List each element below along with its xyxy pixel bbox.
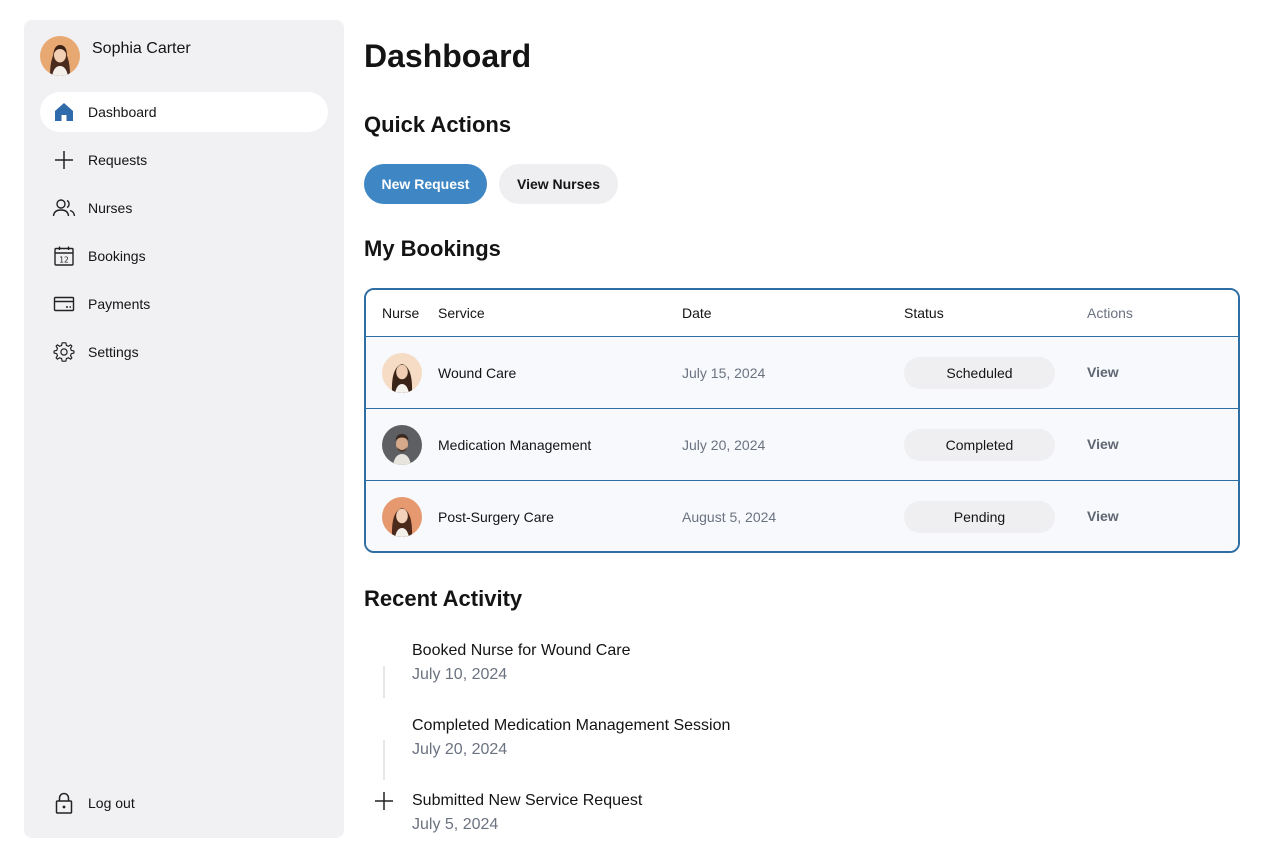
activity-date: July 20, 2024: [412, 741, 508, 758]
sidebar-item-settings[interactable]: Settings: [40, 332, 328, 372]
column-header-date: Date: [682, 305, 712, 321]
column-header-nurse: Nurse: [382, 305, 420, 321]
activity-title: Booked Nurse for Wound Care: [412, 642, 631, 659]
logout-button[interactable]: Log out: [40, 783, 328, 823]
quick-actions-title: Quick Actions: [364, 112, 512, 137]
activity-date: July 5, 2024: [412, 816, 499, 833]
logout-label: Log out: [88, 795, 135, 811]
timeline-connector: [383, 740, 385, 780]
date-cell: July 20, 2024: [682, 436, 766, 453]
lock-icon: [52, 791, 76, 815]
activity-title: Completed Medication Management Session: [412, 717, 731, 734]
nurse-avatar: [382, 497, 422, 537]
view-booking-link[interactable]: View: [1087, 436, 1119, 452]
sidebar-item-nurses[interactable]: Nurses: [40, 188, 328, 228]
table-row: Wound Care July 15, 2024 Scheduled View: [366, 337, 1238, 409]
plus-icon: [52, 148, 76, 172]
user-profile[interactable]: Sophia Carter: [40, 36, 191, 76]
calendar-icon: 12: [52, 244, 76, 268]
date-cell: July 15, 2024: [682, 364, 766, 381]
sidebar-item-label: Dashboard: [88, 104, 157, 120]
nurse-avatar: [382, 352, 422, 393]
users-icon: [52, 196, 76, 220]
activity-title: Submitted New Service Request: [412, 792, 643, 809]
status-badge: Scheduled: [904, 356, 1055, 389]
service-cell: Medication Management: [438, 436, 592, 453]
view-nurses-button[interactable]: View Nurses: [499, 164, 618, 204]
service-cell: Wound Care: [438, 364, 517, 381]
user-name: Sophia Carter: [92, 40, 191, 57]
recent-activity-title: Recent Activity: [364, 586, 523, 611]
column-header-status: Status: [904, 305, 944, 321]
sidebar-item-dashboard[interactable]: Dashboard: [40, 92, 328, 132]
gear-icon: [52, 340, 76, 364]
svg-text:12: 12: [59, 256, 69, 265]
view-booking-link[interactable]: View: [1087, 364, 1119, 380]
column-header-service: Service: [438, 305, 485, 321]
activity-date: July 10, 2024: [412, 666, 508, 683]
timeline-connector: [383, 666, 385, 698]
sidebar-item-requests[interactable]: Requests: [40, 140, 328, 180]
table-row: Post-Surgery Care August 5, 2024 Pending…: [366, 481, 1238, 551]
sidebar-item-bookings[interactable]: 12 Bookings: [40, 236, 328, 276]
status-badge: Completed: [904, 428, 1055, 461]
user-avatar: [40, 36, 80, 76]
home-icon: [52, 100, 76, 124]
sidebar-item-payments[interactable]: Payments: [40, 284, 328, 324]
sidebar-item-label: Settings: [88, 344, 139, 360]
sidebar-item-label: Requests: [88, 152, 148, 168]
date-cell: August 5, 2024: [682, 509, 777, 525]
bookings-table: Nurse Service Date Status Actions Wound …: [364, 288, 1240, 553]
sidebar-nav: Dashboard Requests Nurses 12 Bookings Pa…: [40, 92, 328, 380]
sidebar-item-label: Nurses: [88, 200, 133, 216]
nurse-avatar: [382, 424, 422, 465]
table-row: Medication Management July 20, 2024 Comp…: [366, 409, 1238, 481]
credit-card-icon: [52, 292, 76, 316]
new-request-button[interactable]: New Request: [364, 164, 487, 204]
table-header: Nurse Service Date Status Actions: [366, 290, 1238, 337]
sidebar-item-label: Payments: [88, 296, 151, 312]
plus-icon: [373, 790, 395, 812]
view-booking-link[interactable]: View: [1087, 508, 1119, 524]
bookings-title: My Bookings: [364, 236, 501, 261]
page-title: Dashboard: [364, 38, 532, 74]
sidebar-item-label: Bookings: [88, 248, 146, 264]
status-badge: Pending: [904, 501, 1055, 533]
column-header-actions: Actions: [1087, 305, 1133, 321]
sidebar: Sophia Carter Dashboard Requests Nurses …: [24, 20, 344, 838]
service-cell: Post-Surgery Care: [438, 509, 554, 525]
